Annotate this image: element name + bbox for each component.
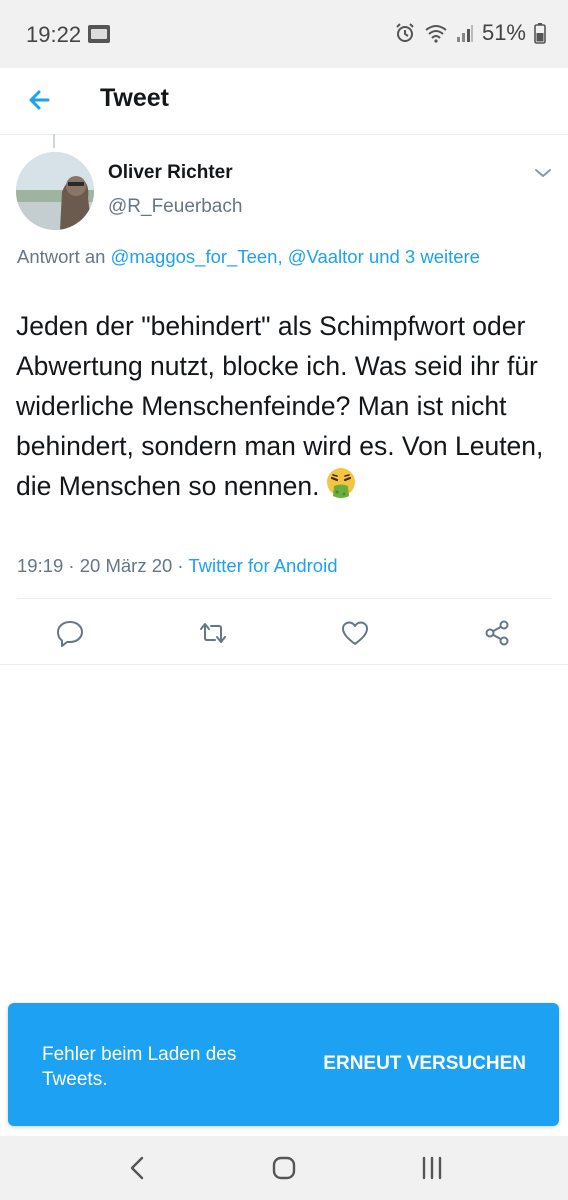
status-icons: 51%: [394, 20, 546, 46]
tweet-body: Jeden der "behindert" als Schimpfwort od…: [16, 311, 544, 501]
snackbar-message: Fehler beim Laden des Tweets.: [42, 1044, 237, 1090]
nav-home-icon[interactable]: [264, 1152, 304, 1184]
nav-back-icon[interactable]: [118, 1152, 158, 1184]
signal-icon: [456, 25, 473, 42]
author-name[interactable]: Oliver Richter: [108, 162, 233, 184]
error-snackbar: Fehler beim Laden des Tweets. ERNEUT VER…: [8, 1003, 559, 1126]
retweet-icon[interactable]: [198, 618, 228, 648]
reply-context: Antwort an @maggos_for_Teen, @Vaaltor un…: [17, 242, 537, 271]
share-icon[interactable]: [482, 618, 512, 648]
chevron-down-icon[interactable]: [530, 162, 556, 184]
face-vomiting-emoji-icon: [326, 468, 355, 498]
divider: [17, 598, 552, 599]
back-arrow-icon[interactable]: [22, 82, 58, 118]
system-navigation-bar: [0, 1136, 568, 1200]
reply-icon[interactable]: [55, 618, 85, 648]
status-time: 19:22: [26, 22, 82, 47]
alarm-icon: [396, 23, 414, 42]
app-header: Tweet: [0, 68, 568, 135]
divider: [0, 664, 568, 665]
status-bar: 19:22 51%: [0, 0, 568, 68]
reply-prefix: Antwort an: [17, 246, 111, 267]
tweet-text: Jeden der "behindert" als Schimpfwort od…: [16, 306, 556, 506]
tweet-timestamp: 19:19 · 20 März 20 ·: [17, 555, 189, 576]
battery-icon: [534, 23, 546, 44]
thread-connector-line: [53, 134, 55, 148]
page-title: Tweet: [100, 84, 169, 112]
battery-percentage: 51%: [481, 20, 526, 45]
wifi-icon: [425, 25, 447, 43]
tweet-source-link[interactable]: Twitter for Android: [188, 555, 337, 576]
avatar-photo: [16, 152, 94, 230]
reply-mentions-link[interactable]: @maggos_for_Teen, @Vaaltor und 3 weitere: [111, 246, 480, 267]
nav-recents-icon[interactable]: [412, 1152, 452, 1184]
author-handle[interactable]: @R_Feuerbach: [108, 196, 242, 218]
app-notification-icon: [88, 25, 110, 43]
tweet-meta: 19:19 · 20 März 20 · Twitter for Android: [17, 555, 337, 577]
avatar[interactable]: [16, 152, 94, 230]
like-icon[interactable]: [340, 618, 370, 648]
retry-button[interactable]: ERNEUT VERSUCHEN: [323, 1053, 526, 1075]
